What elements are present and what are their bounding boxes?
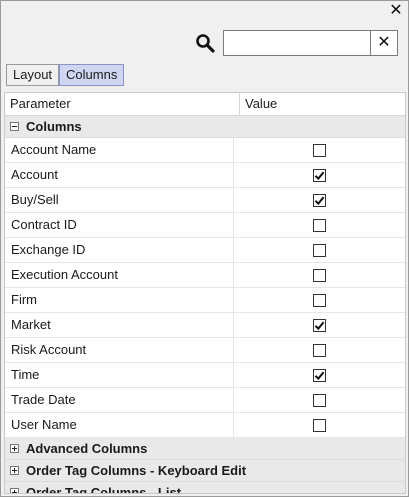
parameter-label: Exchange ID (5, 238, 234, 262)
value-cell (234, 163, 405, 187)
grid-row: Market (5, 313, 405, 338)
tab-bar: Layout Columns (6, 64, 125, 86)
search-bar: ✕ (1, 30, 408, 58)
value-cell (234, 363, 405, 387)
plus-box-icon[interactable] (10, 466, 19, 475)
value-cell (234, 138, 405, 162)
checkmark-icon (314, 171, 325, 180)
grid-row: Trade Date (5, 388, 405, 413)
value-checkbox[interactable] (313, 268, 326, 282)
grid-row: Contract ID (5, 213, 405, 238)
value-cell (234, 213, 405, 237)
parameter-label: Account Name (5, 138, 234, 162)
group-label: Order Tag Columns - List (26, 485, 182, 494)
grid-row: Exchange ID (5, 238, 405, 263)
tab-layout[interactable]: Layout (6, 64, 60, 86)
value-cell (234, 288, 405, 312)
grid-row: Time (5, 363, 405, 388)
grid-header: Parameter Value (5, 93, 405, 116)
value-checkbox[interactable] (313, 393, 326, 407)
checkmark-icon (314, 321, 325, 330)
parameter-label: Risk Account (5, 338, 234, 362)
value-checkbox[interactable] (313, 343, 326, 357)
value-checkbox[interactable] (313, 293, 326, 307)
grid-row: Buy/Sell (5, 188, 405, 213)
property-grid: Parameter Value Columns Account Name Accou… (4, 92, 406, 494)
value-checkbox[interactable] (313, 193, 326, 207)
search-input[interactable] (223, 30, 371, 56)
parameter-label: Account (5, 163, 234, 187)
parameter-label: Trade Date (5, 388, 234, 412)
clear-search-button[interactable]: ✕ (371, 30, 398, 56)
value-cell (234, 263, 405, 287)
value-cell (234, 238, 405, 262)
checkmark-icon (314, 371, 325, 380)
value-cell (234, 388, 405, 412)
value-cell (234, 338, 405, 362)
parameter-label: Firm (5, 288, 234, 312)
tab-columns[interactable]: Columns (59, 64, 125, 86)
group-label: Order Tag Columns - Keyboard Edit (26, 463, 247, 478)
group-row[interactable]: Order Tag Columns - List (5, 482, 405, 494)
value-checkbox[interactable] (313, 218, 326, 232)
value-checkbox[interactable] (313, 318, 326, 332)
group-label: Advanced Columns (26, 441, 148, 456)
group-row[interactable]: Advanced Columns (5, 438, 405, 460)
parameter-label: Execution Account (5, 263, 234, 287)
value-cell (234, 188, 405, 212)
grid-row: Account Name (5, 138, 405, 163)
plus-box-icon[interactable] (10, 488, 19, 493)
grid-body: Columns Account Name Account Buy/Sell Contra… (5, 116, 405, 494)
value-checkbox[interactable] (313, 168, 326, 182)
value-cell (234, 413, 405, 437)
group-label: Columns (26, 119, 82, 134)
parameter-label: Time (5, 363, 234, 387)
parameter-label: User Name (5, 413, 234, 437)
group-row[interactable]: Order Tag Columns - Keyboard Edit (5, 460, 405, 482)
search-icon (196, 34, 215, 53)
grid-row: Account (5, 163, 405, 188)
column-header-value[interactable]: Value (240, 93, 405, 115)
grid-row: Firm (5, 288, 405, 313)
group-row[interactable]: Columns (5, 116, 405, 138)
checkmark-icon (314, 196, 325, 205)
parameter-label: Market (5, 313, 234, 337)
value-checkbox[interactable] (313, 243, 326, 257)
close-icon[interactable]: ✕ (388, 3, 404, 19)
value-checkbox[interactable] (313, 418, 326, 432)
value-checkbox[interactable] (313, 143, 326, 157)
grid-row: Execution Account (5, 263, 405, 288)
parameter-label: Buy/Sell (5, 188, 234, 212)
column-header-parameter[interactable]: Parameter (5, 93, 240, 115)
minus-box-icon[interactable] (10, 122, 19, 131)
value-checkbox[interactable] (313, 368, 326, 382)
value-cell (234, 313, 405, 337)
parameter-label: Contract ID (5, 213, 234, 237)
grid-row: Risk Account (5, 338, 405, 363)
grid-row: User Name (5, 413, 405, 438)
settings-panel: ✕ ✕ Layout Columns Parameter Value Colum… (0, 0, 409, 497)
plus-box-icon[interactable] (10, 444, 19, 453)
